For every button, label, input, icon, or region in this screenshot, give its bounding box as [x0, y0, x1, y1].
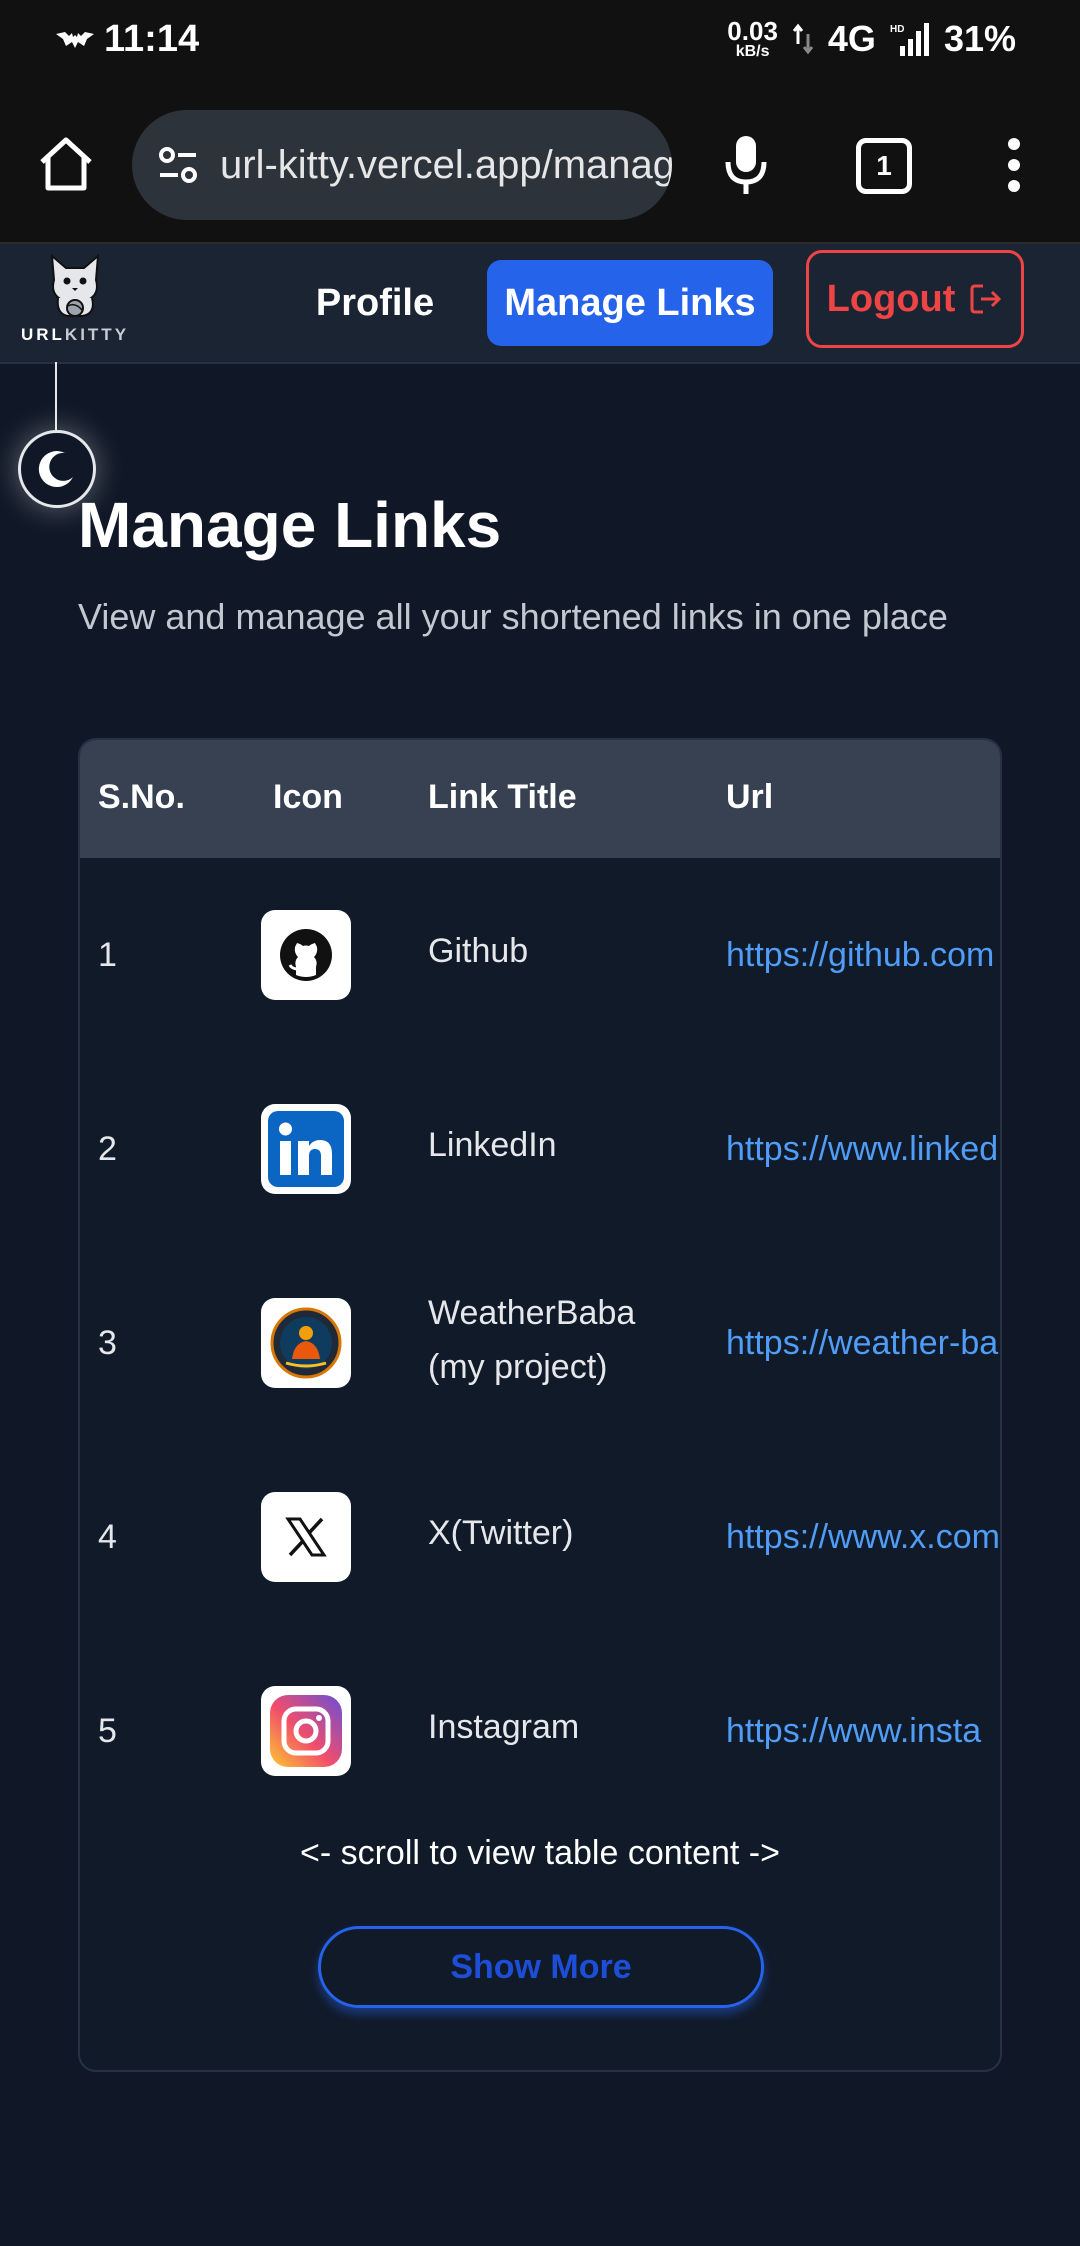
show-more-button[interactable]: Show More — [318, 1926, 764, 2008]
status-left: 11:14 — [56, 18, 199, 61]
row-url-link[interactable]: https://www.x.com — [726, 1518, 1000, 1557]
weatherbaba-icon — [261, 1298, 351, 1388]
row-sno: 1 — [98, 936, 117, 974]
row-link-title: LinkedIn — [428, 1126, 557, 1164]
tab-switcher-button[interactable]: 1 — [856, 138, 912, 194]
logout-button[interactable]: Logout — [806, 250, 1024, 348]
column-header-link-title: Link Title — [428, 778, 577, 816]
table-row: 1 Github https://github.com — [80, 858, 1000, 1052]
row-sno: 5 — [98, 1712, 117, 1750]
network-speed-unit: kB/s — [735, 43, 770, 60]
nav-manage-links-link[interactable]: Manage Links — [487, 260, 773, 346]
brand-name-accent: KITTY — [64, 325, 130, 344]
svg-text:HD: HD — [890, 24, 904, 35]
battery-level: 31% — [943, 18, 1016, 59]
table-header: S.No. Icon Link Title Url — [80, 740, 1000, 858]
brand-name: URLKITTY — [20, 325, 130, 345]
brand-name-main: URL — [20, 325, 65, 344]
row-link-title: X(Twitter) — [428, 1514, 574, 1552]
column-header-sno: S.No. — [98, 778, 185, 816]
row-url-link[interactable]: https://weather-ba — [726, 1324, 998, 1363]
address-bar[interactable]: url-kitty.vercel.app/manage — [132, 110, 672, 220]
row-url-link[interactable]: https://www.insta — [726, 1712, 981, 1751]
status-right: 0.03 kB/s 4G HD 31% — [727, 18, 1016, 60]
table-row: 4 X(Twitter) https://www.x.com — [80, 1440, 1000, 1634]
row-url-link[interactable]: https://www.linked — [726, 1130, 998, 1169]
table-row: 3 WeatherBaba (my project) https://weath… — [80, 1246, 1000, 1440]
cat-logo-icon — [50, 253, 100, 317]
browser-menu-button[interactable] — [996, 130, 1032, 200]
github-icon — [261, 910, 351, 1000]
row-link-title: WeatherBaba (my project) — [428, 1294, 636, 1386]
network-type: 4G — [827, 18, 876, 59]
column-header-icon: Icon — [273, 778, 343, 816]
network-speed: 0.03 kB/s — [727, 18, 778, 60]
url-text: url-kitty.vercel.app/manage — [220, 142, 672, 187]
network-speed-value: 0.03 — [727, 16, 778, 46]
home-icon — [40, 137, 92, 191]
tab-count: 1 — [876, 150, 892, 181]
row-link-title: Instagram — [428, 1708, 580, 1746]
row-sno: 3 — [98, 1324, 117, 1362]
logout-label: Logout — [826, 277, 956, 320]
linkedin-icon — [261, 1104, 351, 1194]
x-twitter-icon — [261, 1492, 351, 1582]
signal-icon: HD — [890, 23, 929, 56]
status-bar: 11:14 0.03 kB/s 4G HD 31% — [0, 0, 1080, 88]
column-header-url: Url — [726, 778, 774, 816]
page-subtitle: View and manage all your shortened links… — [78, 596, 948, 637]
page-title: Manage Links — [78, 489, 502, 561]
row-sno: 4 — [98, 1518, 117, 1556]
scroll-hint: <- scroll to view table content -> — [299, 1834, 780, 1872]
moon-icon — [38, 451, 73, 488]
home-button[interactable] — [34, 132, 98, 196]
theme-toggle-string — [55, 362, 57, 430]
data-transfer-icon — [792, 23, 814, 55]
microphone-icon — [725, 136, 767, 194]
browser-toolbar: url-kitty.vercel.app/manage 1 — [0, 88, 1080, 244]
site-settings-icon[interactable] — [154, 141, 202, 189]
table-row: 2 LinkedIn https://www.linked — [80, 1052, 1000, 1246]
site-logo[interactable]: URLKITTY — [20, 250, 130, 354]
row-link-title: Github — [428, 932, 529, 970]
instagram-icon — [261, 1686, 351, 1776]
links-table-card[interactable]: S.No. Icon Link Title Url 1 Github https… — [78, 738, 1002, 2072]
row-url-link[interactable]: https://github.com — [726, 936, 994, 975]
site-header: URLKITTY Profile Manage Links Logout — [0, 244, 1080, 364]
row-sno: 2 — [98, 1130, 117, 1168]
nav-profile-link[interactable]: Profile — [300, 260, 450, 346]
status-time: 11:14 — [104, 18, 200, 60]
bat-logo-icon — [56, 31, 94, 48]
more-vertical-icon — [1008, 138, 1020, 192]
logout-icon — [970, 284, 1002, 314]
voice-search-button[interactable] — [716, 132, 776, 196]
table-row: 5 Instagram https://www.insta — [80, 1634, 1000, 1828]
